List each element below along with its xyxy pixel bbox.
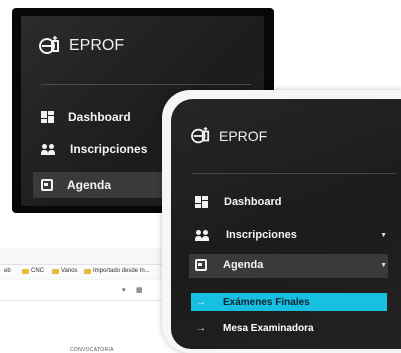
sidebar-back-logo[interactable]: EPROF xyxy=(39,36,124,56)
dashboard-icon xyxy=(195,196,208,208)
nav-item-label: Agenda xyxy=(67,178,112,192)
divider xyxy=(41,84,251,85)
eprof-logo-icon xyxy=(191,127,210,144)
convocatoria-column-header: CONVOCATORIA xyxy=(70,347,114,353)
chevron-down-icon[interactable]: ▼ xyxy=(380,262,387,269)
nav-item-inscripciones[interactable]: Inscripciones xyxy=(195,229,385,241)
nav-item-agenda[interactable]: Agenda xyxy=(195,259,263,271)
nav-item-label: Inscripciones xyxy=(226,229,297,241)
bookmark-label: Importado desde In... xyxy=(93,268,150,274)
users-icon xyxy=(195,229,210,241)
users-icon xyxy=(41,143,56,155)
calendar-icon xyxy=(195,259,207,271)
folder-icon xyxy=(52,268,59,274)
folder-icon xyxy=(22,268,29,274)
bookmark-eb[interactable]: eb xyxy=(4,268,11,274)
sidebar-front-inner: EPROF Dashboard Inscripciones ▼ Agenda ▼… xyxy=(171,99,401,349)
nav-item-label: Inscripciones xyxy=(70,142,148,156)
submenu-item-label: Exámenes Finales xyxy=(223,296,310,308)
nav-item-dashboard[interactable]: Dashboard xyxy=(195,196,281,208)
brand-name: EPROF xyxy=(69,37,125,54)
bookmark-label: Varios xyxy=(61,268,78,274)
submenu-item-label: Mesa Examinadora xyxy=(223,322,314,334)
arrow-right-icon: → xyxy=(196,322,206,334)
bookmark-label: eb xyxy=(4,268,11,274)
nav-item-inscripciones[interactable]: Inscripciones xyxy=(41,142,147,156)
chevron-down-icon[interactable]: ▼ xyxy=(380,232,387,239)
calendar-icon xyxy=(41,179,53,191)
nav-item-label: Dashboard xyxy=(68,110,131,124)
chevron-down-icon[interactable]: ▾ xyxy=(122,286,126,294)
submenu-item-examenes-finales[interactable]: → Exámenes Finales xyxy=(191,293,387,311)
eprof-logo-icon xyxy=(39,36,59,54)
bookmark-label: CNC xyxy=(31,268,44,274)
nav-item-label: Agenda xyxy=(223,259,264,271)
bookmark-varios[interactable]: Varios xyxy=(52,268,78,274)
sidebar-front-panel: EPROF Dashboard Inscripciones ▼ Agenda ▼… xyxy=(162,90,401,353)
dashboard-icon xyxy=(41,111,54,123)
nav-item-agenda[interactable]: Agenda xyxy=(41,178,111,192)
nav-item-dashboard[interactable]: Dashboard xyxy=(41,110,131,124)
divider xyxy=(191,173,396,174)
arrow-right-icon: → xyxy=(196,296,206,308)
sidebar-front-logo[interactable]: EPROF xyxy=(191,127,267,145)
bookmark-cnc[interactable]: CNC xyxy=(22,268,44,274)
folder-icon xyxy=(84,268,91,274)
submenu-item-mesa-examinadora[interactable]: → Mesa Examinadora xyxy=(191,319,387,337)
grid-icon[interactable]: ▦ xyxy=(136,286,143,294)
bookmark-importado[interactable]: Importado desde In... xyxy=(84,268,150,274)
nav-item-label: Dashboard xyxy=(224,196,282,208)
brand-name: EPROF xyxy=(219,128,268,144)
